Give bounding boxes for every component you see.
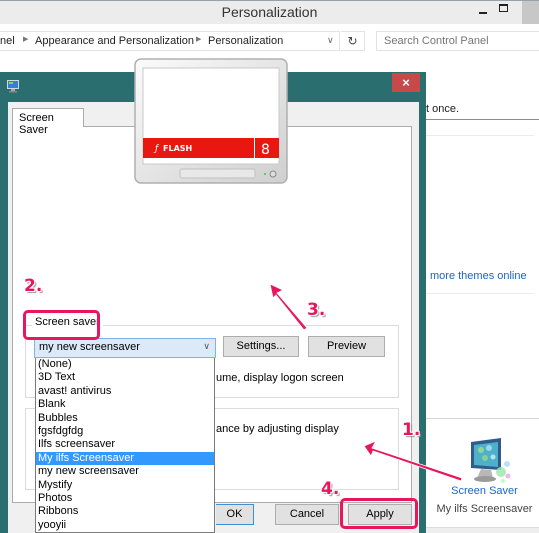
window-titlebar: Personalization [0,0,539,25]
monitor-power-button [269,170,277,178]
monitor-power-led [264,173,266,175]
screen-saver-select-value: my new screensaver [39,341,140,353]
breadcrumb-personalization[interactable]: Personalization [208,35,283,47]
option-my-ilfs-screensaver[interactable]: My ilfs Screensaver [36,451,214,466]
search-input[interactable] [376,31,539,51]
option-ribbons[interactable]: Ribbons [36,505,214,518]
description-text: t once. [426,103,460,115]
address-bar[interactable]: nel ▶ Appearance and Personalization ▶ P… [0,31,340,51]
breadcrumb-control-panel[interactable]: nel [0,35,15,47]
chevron-down-icon: ∨ [203,341,210,351]
divider [426,135,534,136]
window-close-button[interactable] [522,1,539,25]
annotation-step-2: 2. [24,276,43,296]
tab-screen-saver[interactable]: Screen Saver [12,108,84,136]
settings-button[interactable]: Settings... [223,336,299,357]
on-resume-logon-label: ume, display logon screen [216,372,344,384]
minimize-icon [479,12,487,14]
address-history-chevron-icon[interactable]: ∨ [327,35,334,46]
screen-saver-icon [471,438,511,483]
screen-saver-tile[interactable]: Screen Saver My ilfs Screensaver [430,430,539,520]
maximize-icon [499,4,508,12]
flash-banner [143,138,254,158]
window-title: Personalization [221,4,318,20]
annotation-step-4: 4. [321,479,340,499]
screen-saver-tile-label: Screen Saver [451,485,518,497]
bottom-strip [426,527,539,533]
option-yooyii[interactable]: yooyii [36,519,214,532]
screen: Personalization nel ▶ Appearance and Per… [0,0,539,533]
flash-version: 8 [261,142,270,158]
breadcrumb-separator-icon: ▶ [23,36,29,43]
power-management-text: ance by adjusting display [216,423,339,435]
monitor-drive-slot [179,168,256,179]
refresh-button[interactable]: ↻ [341,31,365,51]
screen-saver-select[interactable]: my new screensaver ∨ [34,338,216,358]
option-mystify[interactable]: Mystify [36,479,214,492]
dialog-close-button[interactable]: × [392,73,420,92]
option-avast-antivirus[interactable]: avast! antivirus [36,385,214,398]
option-fgsfdgfdg[interactable]: fgsfdgfdg [36,425,214,438]
ok-button[interactable]: OK [216,504,254,525]
annotation-highlight-screen-saver [23,310,100,340]
annotation-highlight-apply [340,498,418,529]
option-blank[interactable]: Blank [36,398,214,411]
breadcrumb-appearance[interactable]: Appearance and Personalization [35,35,194,47]
minimize-button[interactable] [472,3,496,21]
option-photos[interactable]: Photos [36,492,214,505]
option-none[interactable]: (None) [36,358,214,371]
divider [426,119,539,120]
cancel-button[interactable]: Cancel [275,504,339,525]
option-3d-text[interactable]: 3D Text [36,371,214,384]
annotation-step-3: 3. [307,300,326,320]
more-themes-link[interactable]: more themes online [430,270,527,282]
annotation-step-1: 1. [402,420,421,440]
breadcrumb-separator-icon: ▶ [196,36,202,43]
screen-saver-preview: ƒ FLASH 8 [134,58,288,184]
preview-button[interactable]: Preview [308,336,385,357]
flash-brand: FLASH [163,144,192,153]
option-bubbles[interactable]: Bubbles [36,412,214,425]
screen-saver-options-list[interactable]: (None) 3D Text avast! antivirus Blank Bu… [35,358,215,533]
address-row: nel ▶ Appearance and Personalization ▶ P… [0,24,539,58]
option-my-new-screensaver[interactable]: my new screensaver [36,465,214,478]
divider [426,293,534,294]
maximize-button[interactable] [497,3,515,21]
screen-saver-tile-value: My ilfs Screensaver [436,503,533,515]
refresh-icon: ↻ [347,34,358,48]
option-ilfs-screensaver[interactable]: Ilfs screensaver [36,438,214,451]
